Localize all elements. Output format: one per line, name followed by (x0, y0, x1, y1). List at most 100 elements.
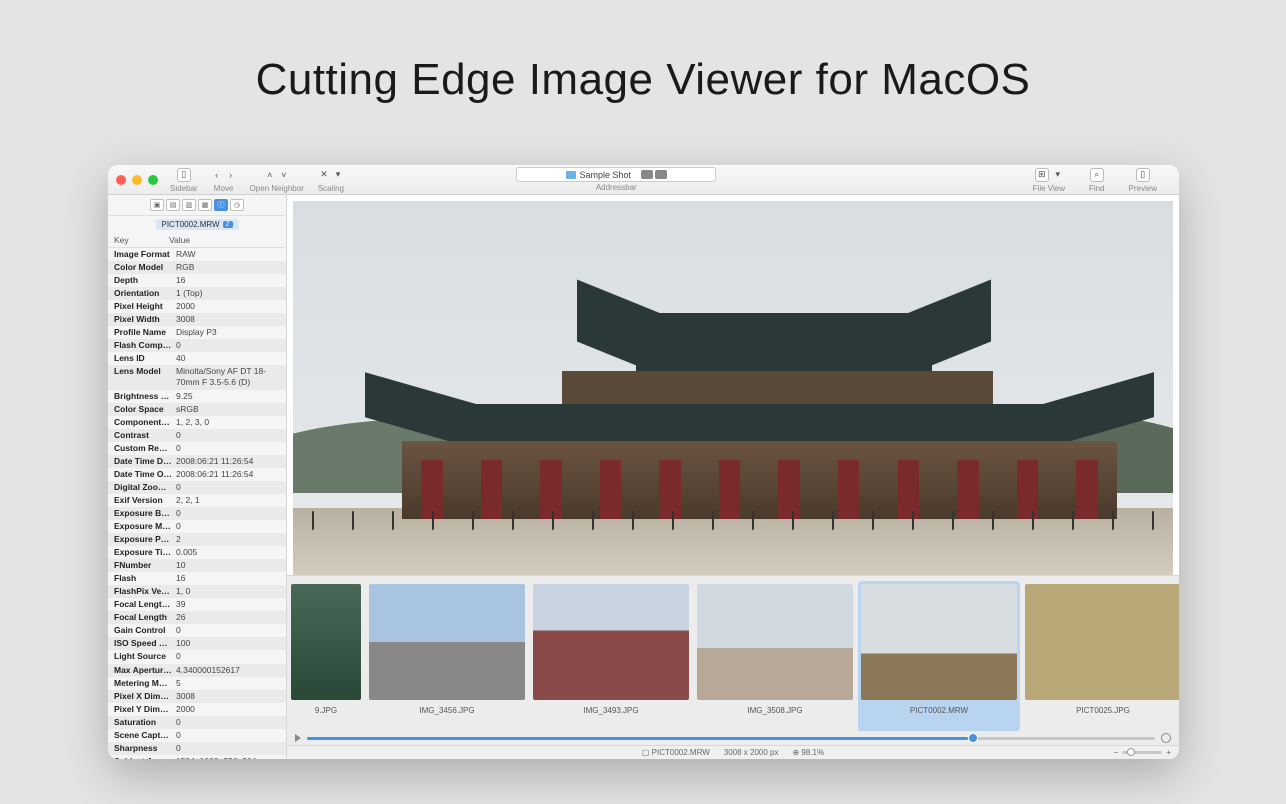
main-area: 9.JPGIMG_3456.JPGIMG_3493.JPG IMG_3508.JP… (287, 195, 1179, 759)
metadata-value: 40 (172, 353, 280, 364)
thumbnail-strip: 9.JPGIMG_3456.JPGIMG_3493.JPG IMG_3508.JP… (287, 575, 1179, 745)
metadata-value: 1, 2, 3, 0 (172, 417, 280, 428)
metadata-key: Focal Length (114, 612, 172, 623)
metadata-value: 0 (172, 508, 280, 519)
sidebar-filename[interactable]: PICT0002.MRW 2 (156, 219, 239, 230)
metadata-row: Exposure Bias...0 (108, 507, 286, 520)
sidebar-tab-2[interactable]: ▤ (166, 199, 180, 211)
metadata-row: Focal Length26 (108, 611, 286, 624)
image-viewer[interactable] (287, 195, 1179, 575)
search-icon: ⌕ (1090, 168, 1104, 182)
play-icon[interactable] (295, 734, 301, 742)
status-dimensions: 3008 x 2000 px (724, 748, 779, 757)
chevron-down-icon[interactable]: ▾ (1053, 168, 1063, 182)
toolbar-move-label: Move (214, 184, 234, 193)
toolbar-file-view[interactable]: ⊞▾ File View (1033, 167, 1065, 193)
thumbnail[interactable]: PICT0002.MRW (858, 581, 1020, 731)
metadata-value: 3008 (172, 691, 280, 702)
metadata-key: FlashPix Version (114, 586, 172, 597)
metadata-row: Light Source0 (108, 650, 286, 663)
metadata-row: FlashPix Version1, 0 (108, 585, 286, 598)
metadata-row: Contrast0 (108, 429, 286, 442)
thumbnail-name: IMG_3508.JPG (747, 706, 802, 715)
up-icon[interactable]: ˄ (265, 168, 275, 182)
gear-icon[interactable] (1161, 733, 1171, 743)
metadata-key: Contrast (114, 430, 172, 441)
close-button[interactable] (116, 175, 126, 185)
down-icon[interactable]: ˅ (279, 168, 289, 182)
metadata-value: 1 (Top) (172, 288, 280, 299)
toolbar-sidebar[interactable]: ▯ Sidebar (170, 167, 198, 193)
metadata-value: 5 (172, 678, 280, 689)
metadata-row: Pixel Height2000 (108, 300, 286, 313)
thumbnail[interactable]: IMG_3456.JPG (369, 584, 525, 729)
thumbnail[interactable]: IMG_3508.JPG (697, 584, 853, 729)
metadata-value: 0 (172, 717, 280, 728)
chevron-down-icon[interactable]: ▾ (333, 168, 343, 182)
sidebar-tab-1[interactable]: ▣ (150, 199, 164, 211)
metadata-key: Light Source (114, 651, 172, 662)
metadata-row: Date Time Digi...2008:06:21 11:26:54 (108, 455, 286, 468)
metadata-key: Sharpness (114, 743, 172, 754)
sidebar-tab-6[interactable]: ◷ (230, 199, 244, 211)
toolbar-find[interactable]: ⌕ Find (1089, 167, 1105, 193)
thumbnail-image (1025, 584, 1179, 700)
metadata-key: Lens Model (114, 366, 172, 388)
thumbnail-name: PICT0025.JPG (1076, 706, 1130, 715)
sidebar-tab-info[interactable]: ⓘ (214, 199, 228, 211)
metadata-key: Scene Capture... (114, 730, 172, 741)
metadata-key: Saturation (114, 717, 172, 728)
thumbnail-image (697, 584, 853, 700)
metadata-row: Pixel Y Dimens...2000 (108, 703, 286, 716)
metadata-row: Digital Zoom R...0 (108, 481, 286, 494)
toolbar-preview[interactable]: ▯ Preview (1129, 167, 1157, 193)
next-icon[interactable]: › (226, 168, 236, 182)
metadata-row: Components C...1, 2, 3, 0 (108, 416, 286, 429)
zoom-slider[interactable]: − + (1114, 748, 1171, 757)
metadata-key: FNumber (114, 560, 172, 571)
metadata-row: Brightness Val...9.25 (108, 390, 286, 403)
scrubber-track[interactable] (307, 737, 1155, 740)
metadata-row: Flash16 (108, 572, 286, 585)
metadata-row: FNumber10 (108, 559, 286, 572)
main-image (293, 201, 1173, 575)
toolbar-move[interactable]: ‹ › Move (212, 167, 236, 193)
metadata-value: 16 (172, 275, 280, 286)
zoom-button[interactable] (148, 175, 158, 185)
metadata-row: Flash Compen...0 (108, 339, 286, 352)
sidebar-tab-3[interactable]: ▥ (182, 199, 196, 211)
thumbnail[interactable]: IMG_3493.JPG (533, 584, 689, 729)
metadata-row: Subject Area1504, 1000, 256, 304 (108, 755, 286, 759)
metadata-key: Custom Rende... (114, 443, 172, 454)
scrubber-knob[interactable] (968, 733, 978, 743)
metadata-value: 26 (172, 612, 280, 623)
window-controls (116, 175, 158, 185)
metadata-row: Scene Capture...0 (108, 729, 286, 742)
toolbar-scaling[interactable]: ✕▾ Scaling (318, 167, 344, 193)
metadata-header-value: Value (169, 235, 280, 245)
thumbnail[interactable]: 9.JPG (291, 584, 361, 729)
metadata-value: 1504, 1000, 256, 304 (172, 756, 280, 759)
thumbnail-scrubber[interactable] (287, 731, 1179, 745)
zoom-knob[interactable] (1127, 748, 1135, 756)
prev-icon[interactable]: ‹ (212, 168, 222, 182)
thumbnail[interactable]: PICT0025.JPG (1025, 584, 1179, 729)
metadata-value: RAW (172, 249, 280, 260)
toolbar-open-neighbor[interactable]: ˄˅ Open Neighbor (250, 167, 304, 193)
metadata-key: Exposure Mode (114, 521, 172, 532)
metadata-key: Lens ID (114, 353, 172, 364)
minimize-button[interactable] (132, 175, 142, 185)
sidebar-tabs: ▣ ▤ ▥ ▦ ⓘ ◷ (108, 195, 286, 216)
metadata-value: 0 (172, 430, 280, 441)
zoom-in-icon[interactable]: + (1166, 748, 1171, 757)
metadata-value: 1, 0 (172, 586, 280, 597)
metadata-row: Lens ModelMinolta/Sony AF DT 18-70mm F 3… (108, 365, 286, 389)
metadata-row: Lens ID40 (108, 352, 286, 365)
sidebar-tab-4[interactable]: ▦ (198, 199, 212, 211)
metadata-list[interactable]: Image FormatRAWColor ModelRGBDepth16Orie… (108, 248, 286, 759)
metadata-row: Sharpness0 (108, 742, 286, 755)
metadata-value: 0 (172, 521, 280, 532)
zoom-out-icon[interactable]: − (1114, 748, 1119, 757)
metadata-row: Pixel X Dimens...3008 (108, 690, 286, 703)
addressbar[interactable]: Sample Shot Addressbar (516, 167, 716, 192)
